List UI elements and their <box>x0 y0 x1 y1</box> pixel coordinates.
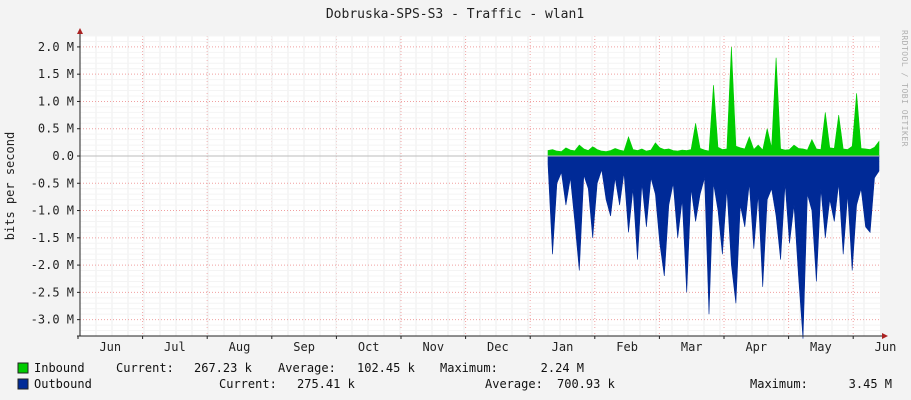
y-tick-label: -1.0 M <box>31 204 74 218</box>
legend-current-value: 267.23 k <box>194 361 253 375</box>
chart-canvas: Dobruska-SPS-S3 - Traffic - wlan1 RRDTOO… <box>3 7 909 391</box>
y-tick-label: -0.5 M <box>31 176 74 190</box>
x-tick-label: Jun <box>99 340 121 354</box>
y-tick-label: -2.5 M <box>31 285 74 299</box>
x-tick-label: Feb <box>616 340 638 354</box>
legend-average-label: Average: <box>485 377 543 391</box>
legend-average-label: Average: <box>278 361 336 375</box>
legend-current-label: Current: <box>116 361 174 375</box>
legend-current-label: Current: <box>219 377 277 391</box>
y-tick-label: 0.0 <box>52 149 74 163</box>
x-tick-label: May <box>810 340 832 354</box>
x-axis-arrow-icon <box>882 333 888 339</box>
y-tick-label: -1.5 M <box>31 231 74 245</box>
y-tick-label: -2.0 M <box>31 258 74 272</box>
x-tick-label: Jan <box>552 340 574 354</box>
legend-maximum-value: 3.45 M <box>849 377 892 391</box>
x-tick-label: Jun <box>875 340 897 354</box>
legend-average-value: 102.45 k <box>357 361 416 375</box>
x-tick-label: Dec <box>487 340 509 354</box>
plot-area: Jun Jul Aug Sep Oct Nov Dec Jan Feb Mar Apr May Jun 2… <box>31 28 897 354</box>
y-tick-label: 1.0 M <box>38 94 74 108</box>
legend-label-inbound: Inbound <box>34 361 85 375</box>
x-tick-label: Nov <box>422 340 444 354</box>
chart-title: Dobruska-SPS-S3 - Traffic - wlan1 <box>326 7 584 22</box>
x-tick-label: Sep <box>293 340 315 354</box>
legend-maximum-label: Maximum: <box>750 377 808 391</box>
x-tick-label: Jul <box>164 340 186 354</box>
y-tick-label: 0.5 M <box>38 122 74 136</box>
y-axis-arrow-icon <box>77 28 83 34</box>
x-tick-label: Aug <box>229 340 251 354</box>
legend: Inbound Current: 267.23 k Average: 102.45 k M… <box>17 361 892 391</box>
traffic-chart: Dobruska-SPS-S3 - Traffic - wlan1 RRDTOO… <box>0 0 911 400</box>
y-tick-label: -3.0 M <box>31 313 74 327</box>
y-tick-label: 2.0 M <box>38 40 74 54</box>
legend-swatch-outbound <box>17 378 29 390</box>
legend-average-value: 700.93 k <box>557 377 616 391</box>
x-tick-label: Apr <box>745 340 767 354</box>
legend-maximum-value: 2.24 M <box>541 361 584 375</box>
y-tick-label: 1.5 M <box>38 67 74 81</box>
legend-swatch-inbound <box>17 362 29 374</box>
x-tick-label: Oct <box>358 340 380 354</box>
legend-maximum-label: Maximum: <box>440 361 498 375</box>
legend-label-outbound: Outbound <box>34 377 92 391</box>
x-tick-label: Mar <box>681 340 703 354</box>
y-axis-label: bits per second <box>3 132 17 240</box>
rrdtool-watermark: RRDTOOL / TOBI OETIKER <box>900 30 909 147</box>
legend-current-value: 275.41 k <box>297 377 356 391</box>
